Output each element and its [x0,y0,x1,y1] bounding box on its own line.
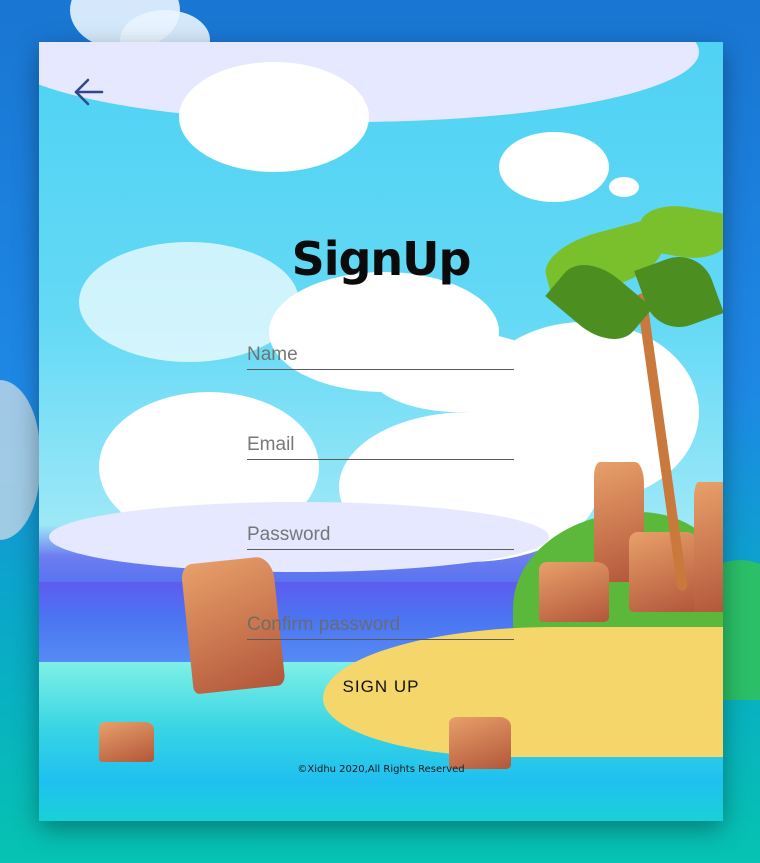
rock [694,482,723,612]
page-title: SignUp [291,232,472,286]
rock [539,562,609,622]
password-field [247,513,514,550]
confirm-password-input[interactable] [247,603,514,639]
copyright-text: ©Xidhu 2020,All Rights Reserved [297,764,465,775]
cloud [609,177,639,197]
cloud [499,132,609,202]
password-input[interactable] [247,513,514,549]
signup-button[interactable]: SIGN UP [325,672,437,702]
arrow-left-icon [74,78,104,106]
small-rock [449,717,511,769]
back-button[interactable] [69,72,109,112]
background-rock [0,380,40,540]
cloud [179,62,369,172]
confirm-password-field [247,603,514,640]
rock [629,532,699,612]
email-input[interactable] [247,423,514,459]
email-field [247,423,514,460]
cloud [39,42,699,122]
signup-card: SignUp SIGN UP ©Xidhu 2020,All Rights Re… [39,42,723,821]
name-input[interactable] [247,333,514,369]
name-field [247,333,514,370]
small-rock [99,722,154,762]
